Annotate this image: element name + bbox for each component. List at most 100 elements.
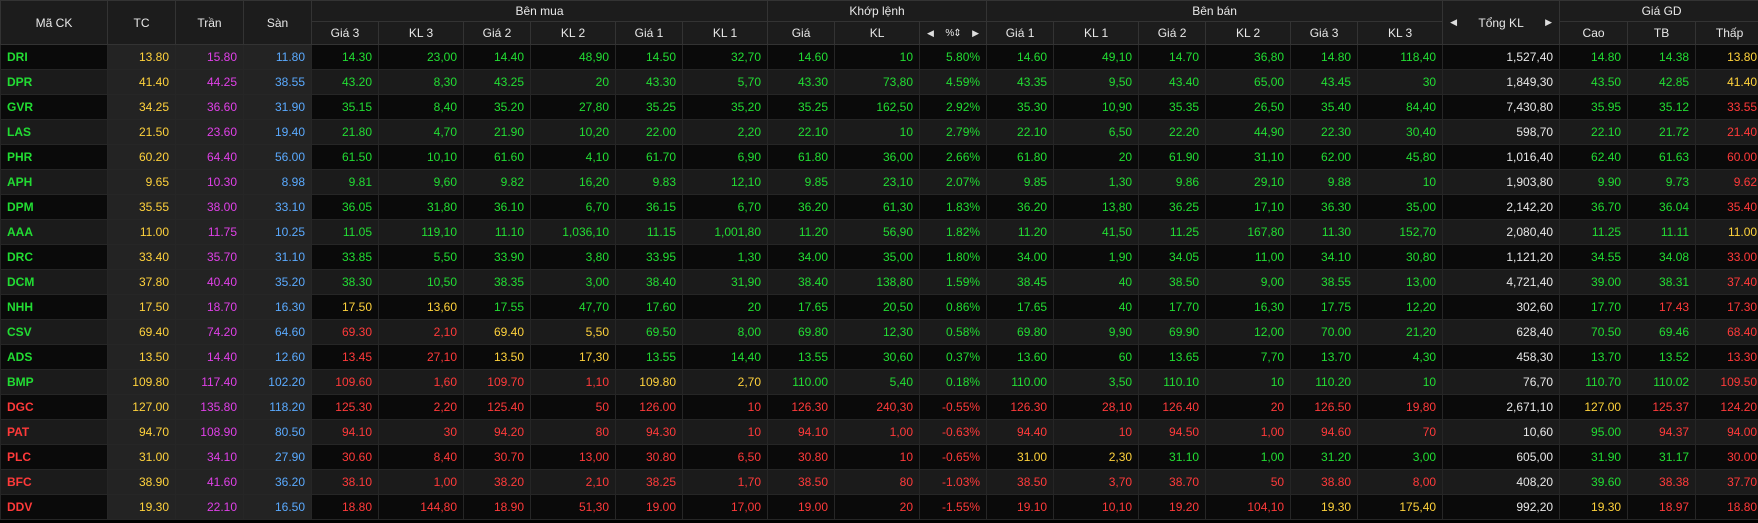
bid-price-1-cell: 109.80	[615, 369, 683, 395]
header-ceiling[interactable]: Trần	[175, 0, 244, 45]
bid-price-1-cell: 9.83	[615, 169, 683, 195]
header-sell-price3[interactable]: Giá 3	[1290, 21, 1359, 45]
header-buy-vol2[interactable]: KL 2	[530, 21, 616, 45]
symbol-cell[interactable]: PAT	[0, 419, 108, 445]
table-row[interactable]: BFC 38.90 41.60 36.20 38.10 1,00 38.20 2,10 38.2…	[0, 469, 1758, 495]
table-row[interactable]: PHR 60.20 64.40 56.00 61.50 10,10 61.60 4,10 61.…	[0, 144, 1758, 170]
symbol-cell[interactable]: CSV	[0, 319, 108, 345]
match-vol-cell: 12,30	[834, 319, 921, 345]
low-price-cell: 94.00	[1695, 419, 1758, 445]
ask-vol-1-cell: 10,10	[1053, 494, 1140, 520]
low-price-cell: 13.30	[1695, 344, 1758, 370]
ref-price-cell: 38.90	[107, 469, 176, 495]
ceiling-price-cell: 108.90	[175, 419, 244, 445]
symbol-cell[interactable]: DGC	[0, 394, 108, 420]
bid-price-3-cell: 30.60	[311, 444, 379, 470]
bid-vol-3-cell: 119,10	[378, 219, 464, 245]
avg-price-cell: 125.37	[1627, 394, 1697, 420]
floor-price-cell: 31.90	[243, 94, 312, 120]
table-row[interactable]: ADS 13.50 14.40 12.60 13.45 27,10 13.50 17,30 13…	[0, 344, 1758, 370]
header-sell-price2[interactable]: Giá 2	[1138, 21, 1207, 45]
ask-vol-2-cell: 65,00	[1205, 69, 1292, 95]
table-row[interactable]: DRI 13.80 15.80 11.80 14.30 23,00 14.40 48,90 14…	[0, 44, 1758, 70]
match-pct-cell: 2.92%	[919, 94, 988, 120]
bid-vol-1-cell: 10	[681, 419, 769, 445]
triangle-right-icon[interactable]: ▶	[1542, 17, 1555, 28]
symbol-cell[interactable]: NHH	[0, 294, 108, 320]
header-sell-vol1[interactable]: KL 1	[1053, 21, 1140, 45]
header-symbol[interactable]: Mã CK	[0, 0, 108, 45]
table-row[interactable]: PLC 31.00 34.10 27.90 30.60 8,40 30.70 13,00 30.…	[0, 444, 1758, 470]
symbol-cell[interactable]: DPR	[0, 69, 108, 95]
table-row[interactable]: LAS 21.50 23.60 19.40 21.80 4,70 21.90 10,20 22.…	[0, 119, 1758, 145]
bid-vol-3-cell: 2,20	[378, 394, 464, 420]
bid-vol-3-cell: 30	[378, 419, 464, 445]
header-buy-vol1[interactable]: KL 1	[681, 21, 769, 45]
symbol-cell[interactable]: PHR	[0, 144, 108, 170]
header-sell-vol3[interactable]: KL 3	[1357, 21, 1444, 45]
table-row[interactable]: BMP 109.80 117.40 102.20 109.60 1,60 109.70 1,1…	[0, 369, 1758, 395]
ask-price-2-cell: 36.25	[1138, 194, 1207, 220]
triangle-left-icon[interactable]: ◀	[1447, 17, 1460, 28]
triangle-right-icon[interactable]: ▶	[969, 28, 982, 39]
header-high[interactable]: Cao	[1559, 21, 1629, 45]
header-match-pct[interactable]: ◀ %⇕ ▶	[919, 21, 988, 45]
bid-vol-3-cell: 144,80	[378, 494, 464, 520]
symbol-cell[interactable]: DCM	[0, 269, 108, 295]
ask-price-1-cell: 110.00	[986, 369, 1055, 395]
symbol-cell[interactable]: PLC	[0, 444, 108, 470]
match-pct-cell: 0.86%	[919, 294, 988, 320]
total-vol-cell: 1,849,30	[1442, 69, 1561, 95]
table-row[interactable]: DGC 127.00 135.80 118.20 125.30 2,20 125.40 50 1…	[0, 394, 1758, 420]
table-row[interactable]: DPR 41.40 44.25 38.55 43.20 8,30 43.25 20 43.30 5…	[0, 69, 1758, 95]
bid-vol-1-cell: 2,70	[681, 369, 769, 395]
header-total-vol[interactable]: ◀ Tổng KL ▶	[1442, 0, 1561, 45]
symbol-cell[interactable]: DRC	[0, 244, 108, 270]
sort-icon[interactable]: %⇕	[945, 28, 961, 39]
header-sell-vol2[interactable]: KL 2	[1205, 21, 1292, 45]
symbol-cell[interactable]: APH	[0, 169, 108, 195]
header-buy-vol3[interactable]: KL 3	[378, 21, 464, 45]
symbol-cell[interactable]: AAA	[0, 219, 108, 245]
header-ref[interactable]: TC	[107, 0, 176, 45]
symbol-cell[interactable]: GVR	[0, 94, 108, 120]
match-price-cell: 9.85	[767, 169, 836, 195]
ceiling-price-cell: 34.10	[175, 444, 244, 470]
bid-vol-1-cell: 17,00	[681, 494, 769, 520]
symbol-cell[interactable]: LAS	[0, 119, 108, 145]
table-row[interactable]: GVR 34.25 36.60 31.90 35.15 8,40 35.20 27,80 35.…	[0, 94, 1758, 120]
table-row[interactable]: NHH 17.50 18.70 16.30 17.50 13,60 17.55 47,70 17…	[0, 294, 1758, 320]
table-row[interactable]: DRC 33.40 35.70 31.10 33.85 5,50 33.90 3,80 33.9…	[0, 244, 1758, 270]
bid-vol-3-cell: 10,10	[378, 144, 464, 170]
header-buy-price1[interactable]: Giá 1	[615, 21, 683, 45]
table-row[interactable]: DCM 37.80 40.40 35.20 38.30 10,50 38.35 3,00 38.…	[0, 269, 1758, 295]
header-low[interactable]: Thấp	[1695, 21, 1758, 45]
header-buy-price2[interactable]: Giá 2	[463, 21, 531, 45]
header-avg[interactable]: TB	[1627, 21, 1697, 45]
symbol-cell[interactable]: ADS	[0, 344, 108, 370]
bid-vol-1-cell: 10	[681, 394, 769, 420]
total-vol-cell: 2,142,20	[1442, 194, 1561, 220]
header-match-price[interactable]: Giá	[767, 21, 836, 45]
low-price-cell: 30.00	[1695, 444, 1758, 470]
symbol-cell[interactable]: BFC	[0, 469, 108, 495]
symbol-cell[interactable]: BMP	[0, 369, 108, 395]
header-floor[interactable]: Sàn	[243, 0, 312, 45]
ask-price-1-cell: 126.30	[986, 394, 1055, 420]
symbol-cell[interactable]: DDV	[0, 494, 108, 520]
ask-price-3-cell: 13.70	[1290, 344, 1359, 370]
header-sell-price1[interactable]: Giá 1	[986, 21, 1055, 45]
header-match-vol[interactable]: KL	[834, 21, 921, 45]
table-row[interactable]: APH 9.65 10.30 8.98 9.81 9,60 9.82 16,20 9.83 12,…	[0, 169, 1758, 195]
symbol-cell[interactable]: DRI	[0, 44, 108, 70]
header-buy-price3[interactable]: Giá 3	[311, 21, 379, 45]
table-row[interactable]: AAA 11.00 11.75 10.25 11.05 119,10 11.10 1,036,…	[0, 219, 1758, 245]
table-row[interactable]: DDV 19.30 22.10 16.50 18.80 144,80 18.90 51,30 1…	[0, 494, 1758, 520]
triangle-left-icon[interactable]: ◀	[924, 28, 937, 39]
symbol-cell[interactable]: DPM	[0, 194, 108, 220]
table-row[interactable]: CSV 69.40 74.20 64.60 69.30 2,10 69.40 5,50 69.5…	[0, 319, 1758, 345]
table-row[interactable]: DPM 35.55 38.00 33.10 36.05 31,80 36.10 6,70 36.…	[0, 194, 1758, 220]
avg-price-cell: 38.31	[1627, 269, 1697, 295]
table-row[interactable]: PAT 94.70 108.90 80.50 94.10 30 94.20 80 94.30 10…	[0, 419, 1758, 445]
bid-price-3-cell: 43.20	[311, 69, 379, 95]
